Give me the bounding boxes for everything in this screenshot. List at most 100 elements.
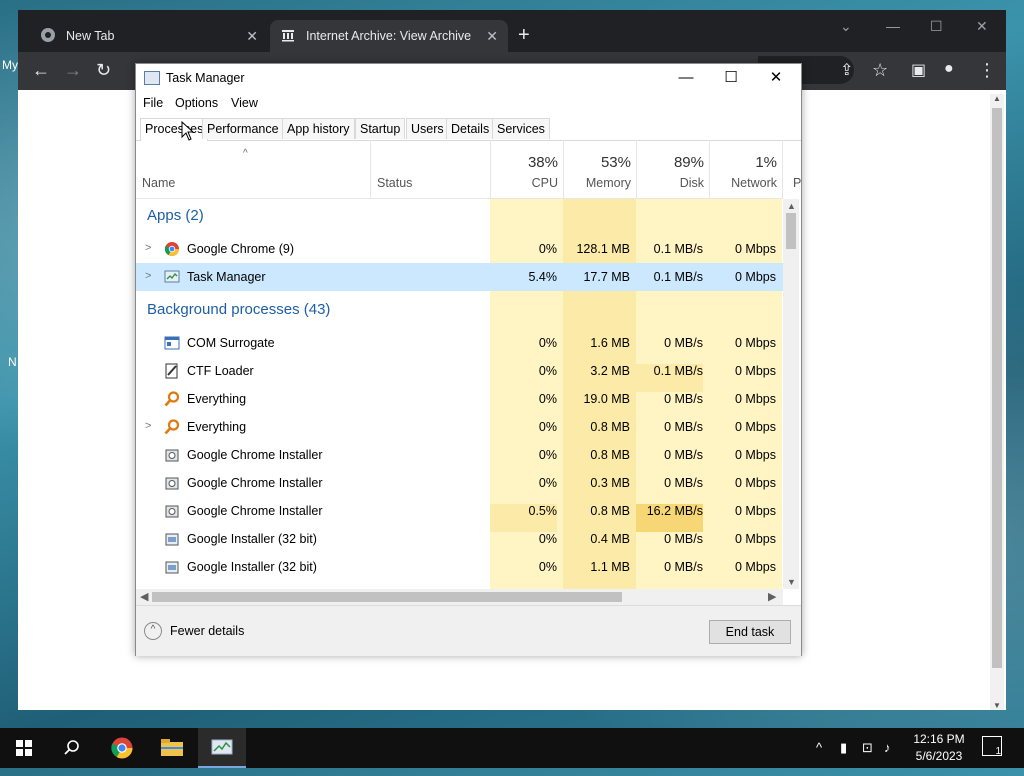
new-tab-button[interactable]: + [518,24,530,47]
table-row[interactable]: Google Chrome Installer 0% 0.3 MB 0 MB/s… [136,469,783,497]
table-row[interactable]: Google Chrome Installer 0.5% 0.8 MB 16.2… [136,497,783,532]
fewer-details-button[interactable]: ^ Fewer details [144,622,244,640]
arrow-right-icon[interactable]: → [64,60,82,81]
star-icon[interactable]: ☆ [872,60,888,81]
clock-date: 5/6/2023 [915,749,963,763]
table-row[interactable]: CTF Loader 0% 3.2 MB 0.1 MB/s 0 Mbps [136,357,783,392]
close-tab-icon[interactable]: ✕ [486,28,498,45]
process-name: Everything [187,392,247,406]
scroll-left-icon[interactable]: ◀ [140,590,148,603]
scroll-up-icon[interactable]: ▲ [787,201,796,211]
column-status-label: Status [377,176,413,190]
table-row[interactable]: Google Installer (32 bit) 0% 1.1 MB 0 MB… [136,553,783,581]
chevron-up-icon[interactable]: ^ [816,728,822,768]
clock[interactable]: 12:16 PM 5/6/2023 [904,731,974,765]
tab-app-history[interactable]: App history [282,118,355,139]
menu-file[interactable]: File [143,96,163,110]
chevron-up-icon: ^ [144,622,162,640]
everything-icon [164,419,180,435]
tab-details[interactable]: Details [446,118,495,139]
windows-start-icon[interactable] [0,728,48,768]
chrome-icon[interactable] [98,728,146,768]
tab-services[interactable]: Services [492,118,550,139]
arrow-left-icon[interactable]: ← [32,60,50,81]
column-power[interactable]: P [782,140,801,198]
cpu-label: CPU [531,176,558,190]
menu-icon[interactable]: ⋮ [978,60,996,81]
tab-search-icon[interactable]: ⌄ [840,18,852,35]
scroll-down-icon[interactable]: ▼ [993,701,1001,710]
desktop-label-fragment: My [2,58,18,72]
maximize-button[interactable]: ☐ [711,67,751,89]
installer-icon [164,503,180,519]
process-name: CTF Loader [187,364,254,378]
table-row[interactable]: > Everything 0% 0.8 MB 0 MB/s 0 Mbps [136,413,783,441]
minimize-button[interactable]: — [886,18,900,34]
chevron-right-icon[interactable]: > [145,242,151,254]
vertical-scrollbar[interactable]: ▲ ▼ [783,199,799,589]
tab-performance[interactable]: Performance [202,118,284,139]
table-row[interactable]: > Google Chrome (9) 0% 128.1 MB 0.1 MB/s… [136,235,783,263]
close-tab-icon[interactable]: ✕ [246,28,258,45]
table-row[interactable]: Google Chrome Installer 0% 0.8 MB 0 MB/s… [136,441,783,469]
tab-startup[interactable]: Startup [355,118,406,139]
horizontal-scrollbar[interactable]: ◀ ▶ [136,589,783,605]
clock-time: 12:16 PM [913,732,965,746]
share-icon[interactable]: ⇪ [840,60,853,80]
menu-view[interactable]: View [231,96,258,110]
table-row[interactable]: Google Installer (32 bit) 0% 0.4 MB 0 MB… [136,525,783,553]
notification-icon[interactable]: 1 [982,736,1002,757]
menu-options[interactable]: Options [175,96,218,110]
scroll-thumb[interactable] [786,213,796,249]
scroll-down-icon[interactable]: ▼ [787,577,796,587]
column-status[interactable]: Status [370,140,491,198]
table-row-selected[interactable]: > Task Manager 5.4% 17.7 MB 0.1 MB/s 0 M… [136,263,783,291]
ctf-loader-icon [164,363,180,379]
chrome-icon [40,27,56,46]
disk-cell: 0.1 MB/s [653,270,703,284]
scroll-thumb[interactable] [152,592,622,602]
chevron-right-icon[interactable]: > [145,270,151,282]
file-explorer-icon[interactable] [148,728,196,768]
battery-icon[interactable]: ▮ [840,728,847,768]
close-button[interactable]: ✕ [756,67,796,89]
sidebar-icon[interactable]: ▣ [911,60,926,80]
tab-processes[interactable]: Processes [140,118,209,141]
chevron-right-icon[interactable]: > [145,420,151,432]
table-row[interactable]: Everything 0% 19.0 MB 0 MB/s 0 Mbps [136,385,783,413]
table-row[interactable]: COM Surrogate 0% 1.6 MB 0 MB/s 0 Mbps [136,329,783,357]
tab-new-tab[interactable]: New Tab ✕ [28,20,268,52]
task-manager-icon[interactable] [198,728,246,768]
volume-icon[interactable]: ♪ [884,728,891,768]
column-memory[interactable]: 53% Memory [563,140,637,198]
google-installer-icon [164,559,180,575]
column-disk[interactable]: 89% Disk [636,140,710,198]
scroll-up-icon[interactable]: ▲ [993,94,1001,103]
close-window-button[interactable]: ✕ [976,18,988,35]
process-name: Google Chrome Installer [187,504,323,518]
tab-label: New Tab [66,29,115,43]
network-icon[interactable]: ⊡ [862,728,873,768]
tab-users[interactable]: Users [406,118,449,139]
search-icon[interactable] [48,728,96,768]
column-name[interactable]: Name [136,140,370,198]
process-name: COM Surrogate [187,336,275,350]
network-cell: 0 Mbps [735,270,776,284]
page-scrollbar[interactable]: ▲ ▼ [990,94,1004,710]
group-background-header: Background processes (43) [147,301,331,318]
reload-icon[interactable]: ↻ [96,60,111,81]
tab-internet-archive[interactable]: Internet Archive: View Archive ✕ [270,20,508,52]
profile-icon[interactable]: ● [944,60,954,78]
memory-percent: 53% [600,154,631,171]
maximize-button[interactable]: ☐ [930,18,943,35]
task-manager-icon [164,269,180,285]
end-task-button[interactable]: End task [709,620,791,644]
archive-icon [280,27,296,46]
minimize-button[interactable]: — [666,67,706,89]
column-network[interactable]: 1% Network [709,140,783,198]
scroll-right-icon[interactable]: ▶ [768,590,776,603]
scroll-thumb[interactable] [992,108,1002,668]
column-cpu[interactable]: 38% CPU [490,140,564,198]
memory-cell: 17.7 MB [583,270,630,284]
desktop-label-fragment-2: N [8,355,17,369]
